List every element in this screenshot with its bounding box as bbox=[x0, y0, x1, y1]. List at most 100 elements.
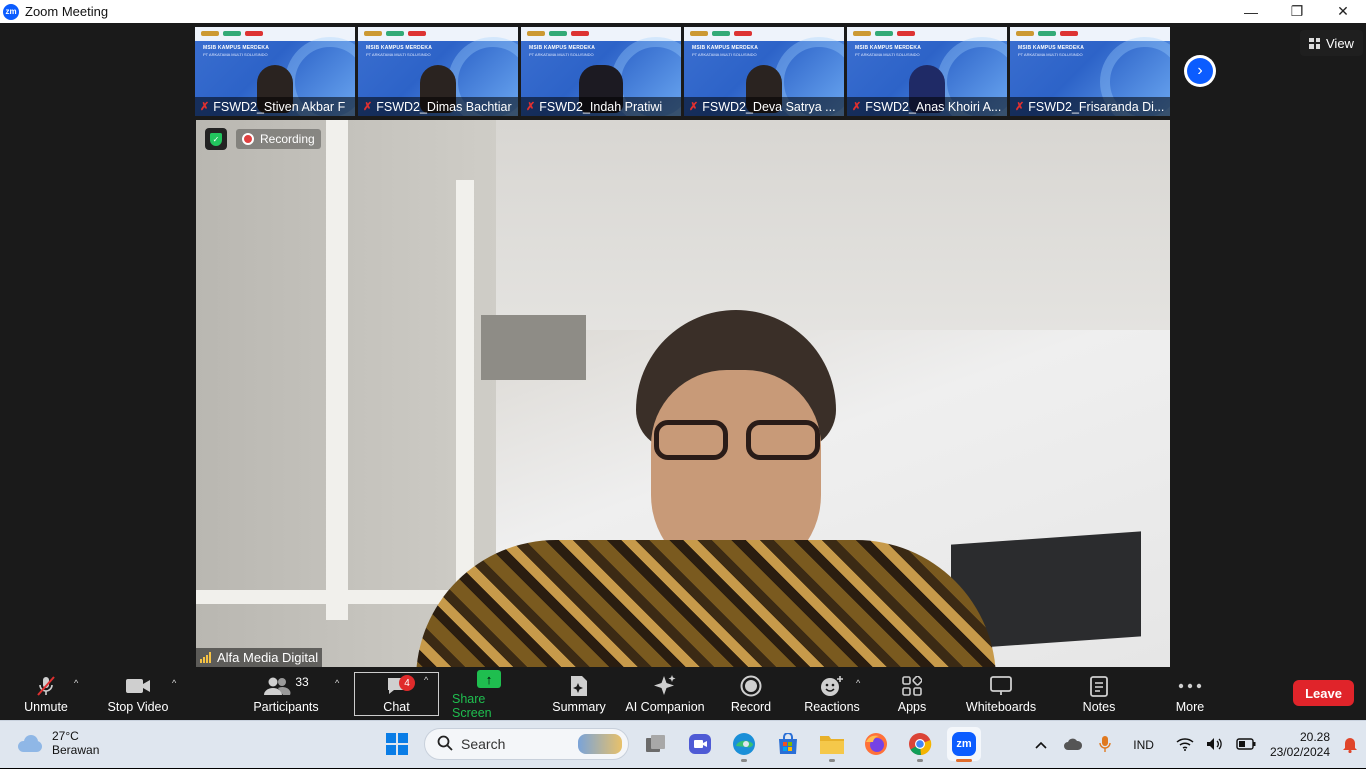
mic-muted-icon: ✗ bbox=[1015, 101, 1025, 113]
battery-icon[interactable] bbox=[1236, 737, 1256, 753]
meet-app-icon[interactable] bbox=[683, 727, 717, 761]
recording-indicator[interactable]: Recording bbox=[236, 129, 321, 149]
mic-muted-icon: ✗ bbox=[689, 101, 699, 113]
audio-options-chevron-icon[interactable]: ^ bbox=[74, 678, 78, 688]
security-shield-icon[interactable]: ✓ bbox=[205, 128, 227, 150]
participant-tile[interactable]: MSIB KAMPUS MERDEKA PT ARKATAMA MULTI SO… bbox=[195, 27, 355, 116]
participant-tile[interactable]: MSIB KAMPUS MERDEKA PT ARKATAMA MULTI SO… bbox=[847, 27, 1007, 116]
notes-button[interactable]: Notes bbox=[1078, 668, 1120, 720]
chat-unread-badge: 4 bbox=[399, 675, 415, 691]
tile-banner-title: MSIB KAMPUS MERDEKA bbox=[366, 45, 433, 51]
mic-off-icon bbox=[35, 674, 57, 698]
onedrive-cloud-icon[interactable] bbox=[1063, 737, 1083, 754]
participants-options-chevron-icon[interactable]: ^ bbox=[335, 678, 339, 688]
video-options-chevron-icon[interactable]: ^ bbox=[172, 678, 176, 688]
participants-button[interactable]: 33 Participants bbox=[253, 668, 318, 720]
mic-muted-icon: ✗ bbox=[852, 101, 862, 113]
tile-banner-subtitle: PT ARKATAMA MULTI SOLUSINDO bbox=[203, 52, 268, 57]
zoom-logo-icon: zm bbox=[3, 3, 19, 20]
tile-banner-subtitle: PT ARKATAMA MULTI SOLUSINDO bbox=[366, 52, 431, 57]
app-active-indicator bbox=[956, 759, 972, 762]
close-button[interactable]: ✕ bbox=[1320, 0, 1366, 23]
chat-button[interactable]: 4 Chat ^ bbox=[354, 672, 439, 716]
unmute-label: Unmute bbox=[24, 700, 68, 714]
apps-icon bbox=[902, 674, 922, 698]
search-label: Search bbox=[461, 736, 506, 752]
start-button[interactable] bbox=[380, 727, 414, 761]
participant-tile[interactable]: MSIB KAMPUS MERDEKA PT ARKATAMA MULTI SO… bbox=[1010, 27, 1170, 116]
participant-tile[interactable]: MSIB KAMPUS MERDEKA PT ARKATAMA MULTI SO… bbox=[521, 27, 681, 116]
weather-widget[interactable]: 27°C Berawan bbox=[16, 729, 99, 757]
firefox-icon[interactable] bbox=[859, 727, 893, 761]
minimize-button[interactable]: — bbox=[1228, 0, 1274, 23]
clock-time: 20.28 bbox=[1299, 730, 1330, 744]
mic-muted-icon: ✗ bbox=[200, 101, 210, 113]
reactions-button[interactable]: Reactions bbox=[804, 668, 860, 720]
more-button[interactable]: More bbox=[1170, 668, 1210, 720]
participant-tile[interactable]: MSIB KAMPUS MERDEKA PT ARKATAMA MULTI SO… bbox=[684, 27, 844, 116]
zoom-app-icon: zm bbox=[952, 732, 976, 756]
speaker-name-bar: Alfa Media Digital bbox=[196, 648, 323, 667]
more-label: More bbox=[1175, 700, 1205, 714]
chat-label: Chat bbox=[383, 700, 410, 714]
weather-description: Berawan bbox=[52, 743, 100, 757]
share-screen-button[interactable]: ↑ Share Screen bbox=[452, 668, 526, 720]
chat-options-chevron-icon[interactable]: ^ bbox=[424, 675, 428, 685]
participant-name-bar: ✗ FSWD2_Frisaranda Di... bbox=[1010, 97, 1170, 116]
next-page-button[interactable]: › bbox=[1184, 55, 1216, 87]
input-language-indicator[interactable]: IND bbox=[1133, 738, 1154, 752]
participant-name: FSWD2_Indah Pratiwi bbox=[539, 99, 663, 114]
windows-taskbar: 27°C Berawan Search zm IND 20.28 23/02/2… bbox=[0, 720, 1366, 768]
wifi-icon[interactable] bbox=[1176, 737, 1194, 754]
edge-browser-icon[interactable] bbox=[727, 727, 761, 762]
participant-name-bar: ✗ FSWD2_Dimas Bachtiar bbox=[358, 97, 518, 116]
microphone-in-use-icon[interactable] bbox=[1099, 735, 1111, 756]
leave-button[interactable]: Leave bbox=[1293, 680, 1354, 706]
summary-label: Summary bbox=[552, 700, 606, 714]
ai-companion-button[interactable]: AI Companion bbox=[625, 668, 705, 720]
recording-dot-icon bbox=[242, 133, 254, 145]
record-button[interactable]: Record bbox=[728, 668, 774, 720]
file-explorer-icon[interactable] bbox=[815, 727, 849, 762]
window-controls: — ❐ ✕ bbox=[1228, 0, 1366, 23]
tile-banner-title: MSIB KAMPUS MERDEKA bbox=[692, 45, 759, 51]
taskbar-clock[interactable]: 20.28 23/02/2024 bbox=[1270, 730, 1330, 760]
record-label: Record bbox=[730, 700, 772, 714]
speaker-glasses bbox=[654, 420, 824, 462]
reactions-options-chevron-icon[interactable]: ^ bbox=[856, 678, 860, 688]
speaker-shirt bbox=[416, 540, 996, 667]
participant-tile[interactable]: MSIB KAMPUS MERDEKA PT ARKATAMA MULTI SO… bbox=[358, 27, 518, 116]
window-title: Zoom Meeting bbox=[25, 4, 109, 19]
share-screen-icon: ↑ bbox=[477, 670, 501, 688]
participant-name-bar: ✗ FSWD2_Deva Satrya ... bbox=[684, 97, 844, 116]
apps-button[interactable]: Apps bbox=[892, 668, 932, 720]
windows-logo-icon bbox=[386, 733, 408, 755]
zoom-taskbar-icon[interactable]: zm bbox=[947, 727, 981, 762]
stop-video-button[interactable]: Stop Video bbox=[106, 668, 170, 720]
app-running-indicator bbox=[741, 759, 747, 762]
volume-icon[interactable] bbox=[1206, 737, 1224, 754]
unmute-button[interactable]: Unmute bbox=[22, 668, 70, 720]
whiteboards-button[interactable]: Whiteboards bbox=[962, 668, 1040, 720]
search-icon bbox=[437, 735, 453, 754]
participants-icon: 33 bbox=[263, 674, 309, 698]
record-icon bbox=[740, 674, 762, 698]
apps-label: Apps bbox=[897, 700, 927, 714]
notification-bell-icon[interactable] bbox=[1342, 735, 1358, 756]
participant-name: FSWD2_Dimas Bachtiar bbox=[376, 99, 512, 114]
participant-name: FSWD2_Frisaranda Di... bbox=[1028, 99, 1165, 114]
participant-strip: MSIB KAMPUS MERDEKA PT ARKATAMA MULTI SO… bbox=[195, 27, 1170, 116]
tile-banner-title: MSIB KAMPUS MERDEKA bbox=[203, 45, 270, 51]
system-tray: IND 20.28 23/02/2024 bbox=[1027, 721, 1366, 769]
task-view-icon[interactable] bbox=[639, 727, 673, 761]
view-button[interactable]: View bbox=[1300, 30, 1363, 56]
restore-button[interactable]: ❐ bbox=[1274, 0, 1320, 23]
microsoft-store-icon[interactable] bbox=[771, 727, 805, 761]
participant-name: FSWD2_Deva Satrya ... bbox=[702, 99, 836, 114]
taskbar-search[interactable]: Search bbox=[424, 728, 629, 760]
checkmark-icon: ✓ bbox=[210, 132, 222, 146]
speaker-person bbox=[416, 310, 996, 667]
summary-button[interactable]: Summary bbox=[550, 668, 608, 720]
show-hidden-icons-chevron-icon[interactable] bbox=[1035, 738, 1047, 752]
chrome-browser-icon[interactable] bbox=[903, 727, 937, 762]
